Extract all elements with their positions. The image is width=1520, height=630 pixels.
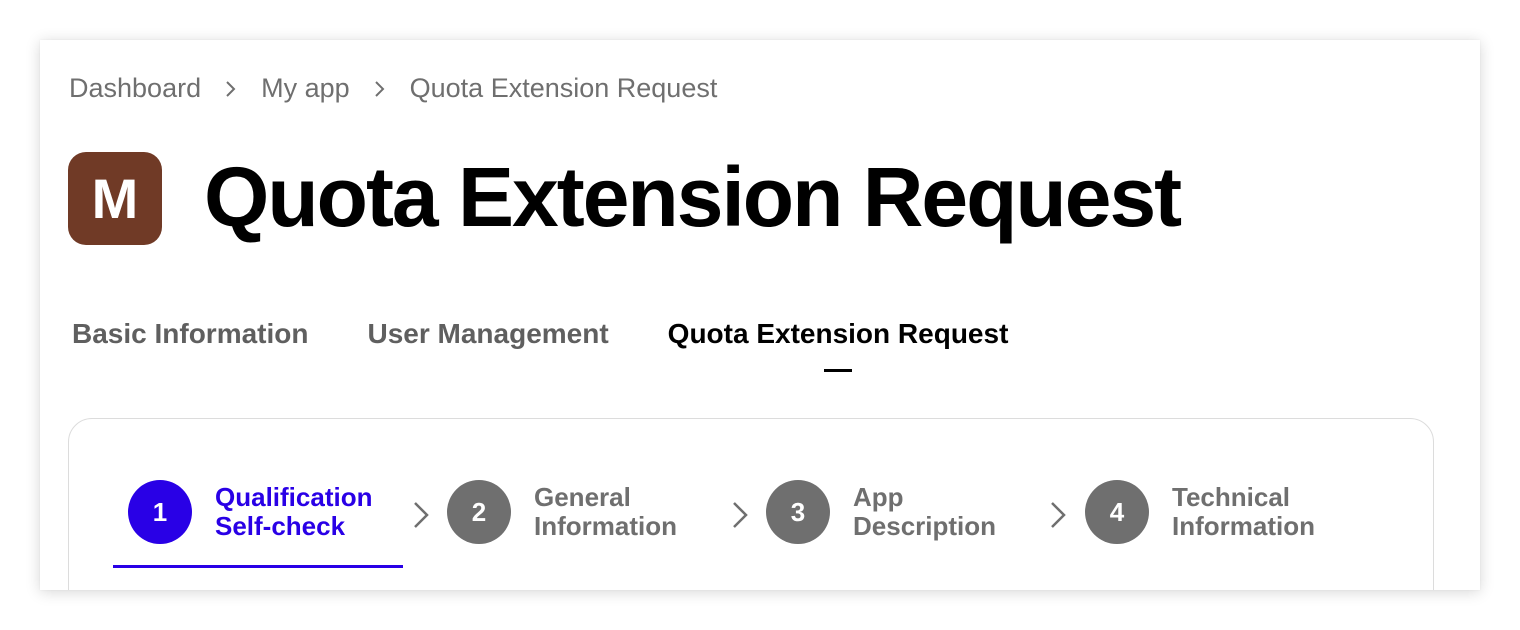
chevron-right-icon	[350, 80, 410, 98]
step-label: Technical Information	[1172, 483, 1362, 541]
step-label-line2: Information	[1172, 511, 1315, 541]
step-label: General Information	[534, 483, 724, 541]
step-app-description[interactable]: 3 App Description	[766, 479, 1043, 545]
breadcrumb: Dashboard My app Quota Extension Request	[69, 73, 717, 104]
breadcrumb-current-page: Quota Extension Request	[409, 73, 718, 103]
step-label-line2: Self-check	[215, 511, 346, 541]
app-window: Dashboard My app Quota Extension Request…	[40, 40, 1480, 590]
step-number: 1	[152, 496, 168, 527]
step-label-line2: Description	[853, 511, 997, 541]
step-number: 2	[471, 496, 487, 527]
steps-card: 1 Qualification Self-check 2 General Inf…	[68, 418, 1434, 590]
tab-basic-information[interactable]: Basic Information	[72, 316, 308, 376]
step-number: 3	[790, 496, 806, 527]
step-label-line1: Qualification	[215, 482, 373, 512]
step-label: App Description	[853, 483, 1043, 541]
breadcrumb-dashboard[interactable]: Dashboard	[69, 73, 201, 104]
step-number-badge: 4	[1085, 480, 1149, 544]
step-label-line2: Information	[534, 511, 677, 541]
tab-quota-extension-request[interactable]: Quota Extension Request	[667, 316, 1009, 376]
breadcrumb-my-app[interactable]: My app	[261, 73, 350, 104]
step-label-line1: Technical	[1172, 482, 1291, 512]
tab-user-management[interactable]: User Management	[367, 316, 608, 376]
step-general-information[interactable]: 2 General Information	[447, 479, 724, 545]
step-label: Qualification Self-check	[215, 483, 405, 541]
active-step-indicator	[113, 565, 403, 568]
step-label-line1: General	[534, 482, 631, 512]
app-avatar: M	[68, 152, 162, 245]
chevron-right-icon	[1051, 502, 1066, 528]
chevron-right-icon	[201, 80, 261, 98]
step-number: 4	[1109, 496, 1125, 527]
page-title: Quota Extension Request	[204, 150, 1182, 244]
step-label-line1: App	[853, 482, 904, 512]
step-qualification-self-check[interactable]: 1 Qualification Self-check	[128, 479, 405, 545]
tab-label: Basic Information	[72, 318, 309, 349]
chevron-right-icon	[414, 502, 429, 528]
step-number-badge: 1	[128, 480, 192, 544]
tab-label: Quota Extension Request	[667, 318, 1009, 349]
app-avatar-letter: M	[91, 167, 139, 230]
step-number-badge: 2	[447, 480, 511, 544]
active-tab-indicator	[824, 369, 853, 372]
tab-label: User Management	[367, 318, 609, 349]
tab-bar: Basic Information User Management Quota …	[72, 316, 1067, 376]
step-number-badge: 3	[766, 480, 830, 544]
step-technical-information[interactable]: 4 Technical Information	[1085, 479, 1362, 545]
chevron-right-icon	[733, 502, 748, 528]
